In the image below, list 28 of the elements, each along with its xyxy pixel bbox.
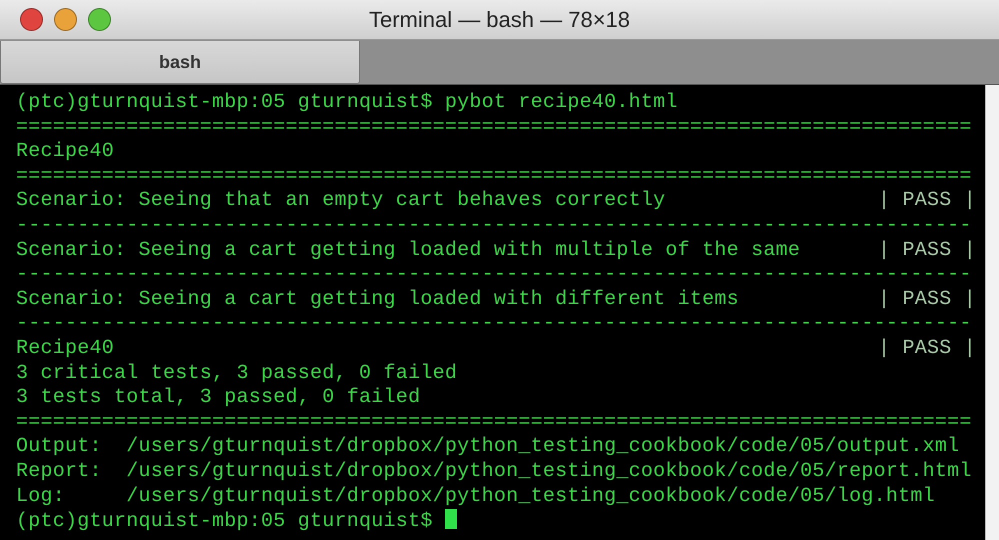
separator-text: ============================================================================== (16, 164, 973, 190)
output-line: 3 critical tests, 3 passed, 0 failed (16, 362, 458, 386)
window-title: Terminal — bash — 78×18 (368, 7, 630, 32)
test-status: | PASS | (878, 336, 976, 362)
output-line: (ptc)gturnquist-mbp:05 gturnquist$ pybot recipe40.html (16, 91, 679, 116)
test-name: Scenario: Seeing a cart getting loaded with different items (16, 288, 739, 312)
output-line: Recipe40 (16, 140, 116, 165)
separator-text: ------------------------------------------------------------------------------ (16, 214, 973, 239)
separator-text: ------------------------------------------------------------------------------ (16, 312, 973, 337)
output-line: Report: /users/gturnquist/dropbox/python_testing_cookbook/code/05/report.html (16, 460, 973, 484)
separator-text: ------------------------------------------------------------------------------ (16, 263, 973, 288)
separator-text: ============================================================================== (16, 410, 973, 436)
output-line: 3 tests total, 3 passed, 0 failed (16, 386, 422, 411)
test-name: Scenario: Seeing a cart getting loaded with multiple of the same (16, 238, 800, 264)
test-status: | PASS | (878, 189, 976, 214)
test-status: | PASS | (878, 238, 976, 264)
zoom-button[interactable] (88, 8, 111, 31)
terminal-tab[interactable]: bash (0, 41, 360, 84)
close-button[interactable] (20, 8, 43, 31)
output-line: Output: /users/gturnquist/dropbox/python_testing_cookbook/code/05/output.xml (16, 435, 960, 460)
minimize-button[interactable] (54, 8, 77, 31)
output-line: Log: /users/gturnquist/dropbox/python_testing_cookbook/code/05/log.html (16, 484, 936, 510)
scrollbar[interactable] (985, 85, 999, 540)
separator-text: ============================================================================== (16, 116, 973, 140)
shell-prompt: (ptc)gturnquist-mbp:05 gturnquist$ (16, 510, 433, 534)
test-name: Recipe40 (16, 336, 114, 362)
test-status: | PASS | (878, 288, 976, 312)
test-name: Scenario: Seeing that an empty cart behaves correctly (16, 189, 666, 214)
